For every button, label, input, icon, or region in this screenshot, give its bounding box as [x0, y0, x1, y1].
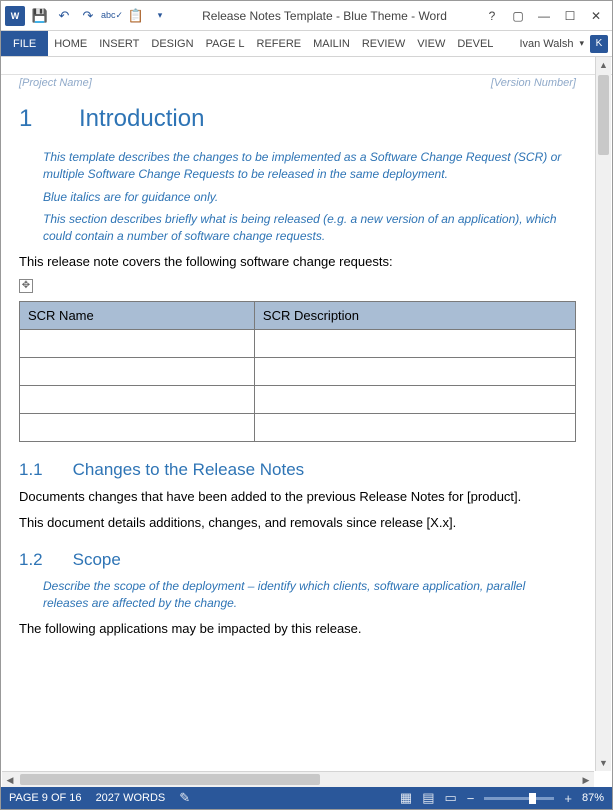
- table-row[interactable]: [20, 357, 576, 385]
- user-account[interactable]: Ivan Walsh ▾ K: [519, 31, 612, 56]
- tab-developer[interactable]: DEVEL: [451, 31, 499, 56]
- paste-icon[interactable]: 📋: [127, 7, 145, 25]
- body-paragraph: This document details additions, changes…: [19, 514, 576, 532]
- vertical-scrollbar[interactable]: ▲ ▼: [595, 57, 611, 771]
- zoom-level[interactable]: 87%: [582, 792, 604, 804]
- tab-home[interactable]: HOME: [48, 31, 93, 56]
- proofing-icon[interactable]: ✎: [179, 790, 190, 806]
- table-header-cell: SCR Description: [254, 301, 575, 329]
- heading-text: Scope: [73, 550, 121, 570]
- table-row[interactable]: [20, 385, 576, 413]
- scroll-left-icon[interactable]: ◀: [2, 772, 18, 788]
- window-title: Release Notes Template - Blue Theme - Wo…: [169, 9, 480, 23]
- scroll-thumb[interactable]: [598, 75, 609, 155]
- zoom-slider-knob[interactable]: [529, 793, 536, 804]
- table-row[interactable]: [20, 329, 576, 357]
- table-row[interactable]: [20, 413, 576, 441]
- user-avatar: K: [590, 35, 608, 53]
- zoom-slider[interactable]: [484, 797, 554, 800]
- heading-number: 1.2: [19, 550, 43, 570]
- status-bar: PAGE 9 OF 16 2027 WORDS ✎ ▦ ▤ ▭ − + 87%: [1, 787, 612, 809]
- minimize-icon[interactable]: —: [532, 6, 556, 26]
- user-name: Ivan Walsh: [519, 38, 573, 50]
- scroll-down-icon[interactable]: ▼: [596, 755, 611, 771]
- read-mode-icon[interactable]: ▦: [400, 790, 412, 806]
- horizontal-scrollbar[interactable]: ◀ ▶: [2, 771, 594, 787]
- help-icon[interactable]: ?: [480, 6, 504, 26]
- table-move-handle-icon[interactable]: ✥: [19, 279, 33, 293]
- scroll-right-icon[interactable]: ▶: [578, 772, 594, 788]
- ribbon-tabs: FILE HOME INSERT DESIGN PAGE L REFERE MA…: [1, 31, 612, 57]
- guidance-note: Describe the scope of the deployment – i…: [43, 578, 568, 612]
- tab-insert[interactable]: INSERT: [93, 31, 145, 56]
- ribbon-display-icon[interactable]: ▢: [506, 6, 530, 26]
- heading-1: 1 Introduction: [19, 105, 576, 133]
- heading-number: 1: [19, 105, 39, 133]
- word-count[interactable]: 2027 WORDS: [96, 792, 166, 804]
- file-tab[interactable]: FILE: [1, 31, 48, 56]
- word-logo-icon: W: [5, 6, 25, 26]
- heading-number: 1.1: [19, 460, 43, 480]
- qat-customize-icon[interactable]: ▾: [151, 7, 169, 25]
- guidance-note: Blue italics are for guidance only.: [43, 189, 568, 206]
- body-paragraph: This release note covers the following s…: [19, 253, 576, 271]
- tab-design[interactable]: DESIGN: [145, 31, 199, 56]
- maximize-icon[interactable]: ☐: [558, 6, 582, 26]
- body-paragraph: Documents changes that have been added t…: [19, 488, 576, 506]
- scroll-thumb[interactable]: [20, 774, 320, 785]
- guidance-note: This template describes the changes to b…: [43, 149, 568, 183]
- heading-text: Changes to the Release Notes: [73, 460, 305, 480]
- window-controls: ? ▢ — ☐ ✕: [480, 6, 608, 26]
- project-name-field: [Project Name]: [19, 77, 92, 89]
- print-layout-icon[interactable]: ▤: [422, 790, 434, 806]
- heading-2: 1.1 Changes to the Release Notes: [19, 460, 576, 480]
- zoom-out-icon[interactable]: −: [467, 791, 475, 806]
- body-paragraph: The following applications may be impact…: [19, 620, 576, 638]
- document-header: [Project Name] [Version Number]: [19, 77, 576, 89]
- version-number-field: [Version Number]: [491, 77, 576, 89]
- tab-mailings[interactable]: MAILIN: [307, 31, 356, 56]
- tab-view[interactable]: VIEW: [411, 31, 451, 56]
- zoom-in-icon[interactable]: +: [564, 791, 572, 806]
- table-header-cell: SCR Name: [20, 301, 255, 329]
- quick-access-toolbar: W 💾 ↶ ↷ abc✓ 📋 ▾: [5, 6, 169, 26]
- page-indicator[interactable]: PAGE 9 OF 16: [9, 792, 82, 804]
- document-canvas[interactable]: [Project Name] [Version Number] 1 Introd…: [1, 75, 594, 771]
- close-icon[interactable]: ✕: [584, 6, 608, 26]
- undo-icon[interactable]: ↶: [55, 7, 73, 25]
- tab-references[interactable]: REFERE: [251, 31, 308, 56]
- title-bar: W 💾 ↶ ↷ abc✓ 📋 ▾ Release Notes Template …: [1, 1, 612, 31]
- table-header-row: SCR Name SCR Description: [20, 301, 576, 329]
- scroll-up-icon[interactable]: ▲: [596, 57, 611, 73]
- tab-review[interactable]: REVIEW: [356, 31, 411, 56]
- heading-2: 1.2 Scope: [19, 550, 576, 570]
- guidance-note: This section describes briefly what is b…: [43, 211, 568, 245]
- heading-text: Introduction: [79, 105, 204, 133]
- redo-icon[interactable]: ↷: [79, 7, 97, 25]
- save-icon[interactable]: 💾: [31, 7, 49, 25]
- spellcheck-icon[interactable]: abc✓: [103, 7, 121, 25]
- ruler[interactable]: [1, 57, 612, 75]
- chevron-down-icon: ▾: [579, 38, 584, 49]
- web-layout-icon[interactable]: ▭: [444, 790, 456, 806]
- tab-page-layout[interactable]: PAGE L: [200, 31, 251, 56]
- scr-table[interactable]: SCR Name SCR Description: [19, 301, 576, 442]
